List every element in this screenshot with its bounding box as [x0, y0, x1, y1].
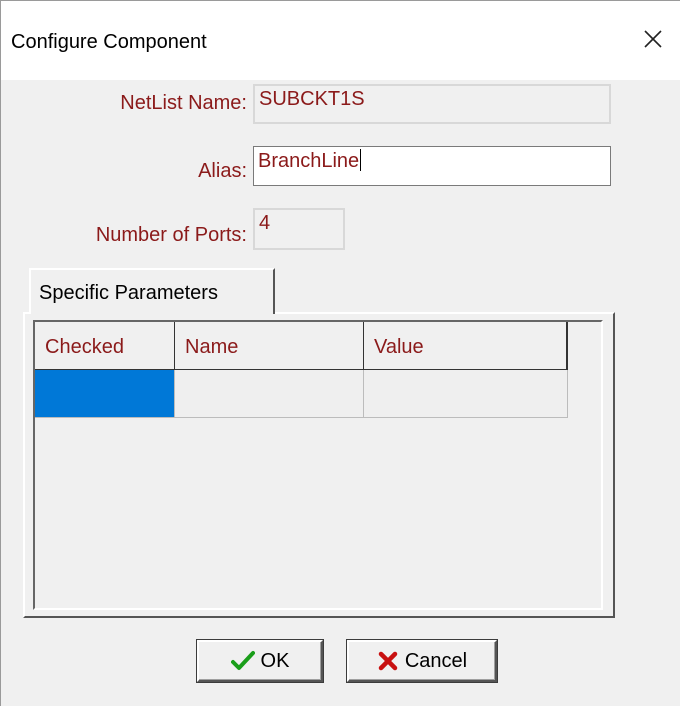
- x-mark-icon: [377, 650, 399, 672]
- configure-component-dialog: Configure Component NetList Name: SUBCKT…: [0, 0, 680, 706]
- window-title: Configure Component: [11, 31, 207, 53]
- table-cell-value[interactable]: [364, 370, 568, 418]
- number-of-ports-field: 4: [253, 208, 345, 250]
- column-header-checked[interactable]: Checked: [35, 322, 175, 370]
- alias-label: Alias:: [198, 160, 247, 182]
- table-cell-checked[interactable]: [35, 370, 175, 418]
- column-header-value[interactable]: Value: [364, 322, 568, 370]
- checkmark-icon: [230, 650, 255, 672]
- number-of-ports-label: Number of Ports:: [95, 224, 247, 246]
- cancel-label: Cancel: [404, 649, 468, 672]
- netlist-name-field: SUBCKT1S: [253, 84, 611, 124]
- alias-input[interactable]: BranchLine: [253, 146, 611, 186]
- alias-input-value: BranchLine: [258, 150, 360, 172]
- title-bar: Configure Component: [1, 0, 680, 80]
- netlist-name-label: NetList Name:: [120, 92, 247, 114]
- close-icon: [644, 30, 662, 48]
- cancel-button[interactable]: Cancel: [347, 640, 497, 682]
- ok-button[interactable]: OK: [197, 640, 323, 682]
- text-caret: [360, 149, 362, 171]
- table-cell-name[interactable]: [175, 370, 364, 418]
- tab-specific-parameters[interactable]: Specific Parameters: [29, 268, 275, 314]
- parameters-grid[interactable]: Checked Name Value: [33, 320, 603, 610]
- close-button[interactable]: [631, 19, 675, 59]
- ok-label: OK: [260, 649, 290, 672]
- column-header-name[interactable]: Name: [175, 322, 364, 370]
